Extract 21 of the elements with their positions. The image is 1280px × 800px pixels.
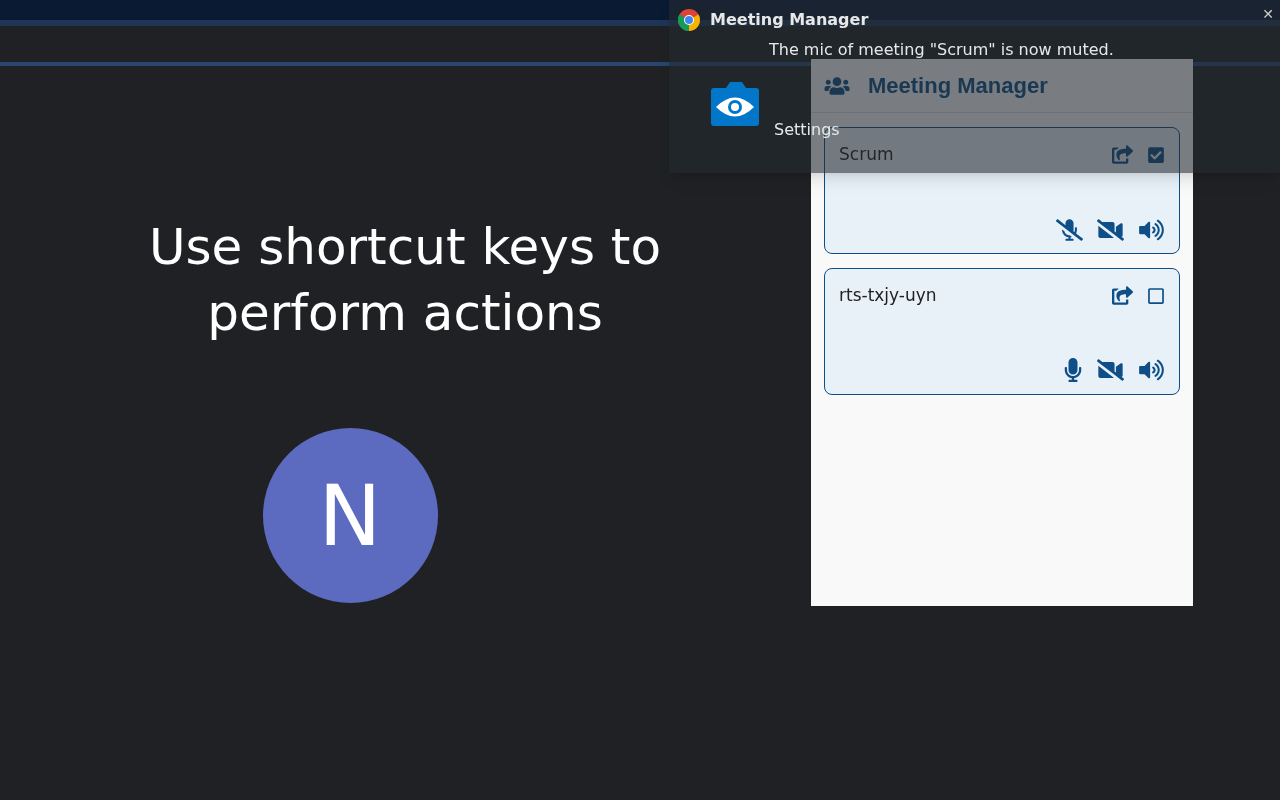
share-icon[interactable] [1112,286,1133,306]
users-icon [824,75,850,96]
speaker-icon[interactable] [1138,219,1165,241]
avatar: N [262,428,438,603]
notification-app-name: Meeting Manager [710,9,869,31]
camera-off-icon[interactable] [1097,219,1124,241]
meeting-name: rts-txjy-uyn [839,284,937,307]
page-heading: Use shortcut keys to perform actions [147,217,663,344]
close-icon[interactable]: ✕ [1262,4,1274,25]
checkbox[interactable] [1147,145,1165,164]
notification-message: The mic of meeting "Scrum" is now muted. [769,39,1115,61]
mic-muted-icon[interactable] [1056,219,1083,241]
settings-button[interactable]: Settings [774,118,840,142]
camera-off-icon[interactable] [1097,359,1124,381]
popup-title: Meeting Manager [868,72,1048,100]
checkbox[interactable] [1147,286,1165,305]
chrome-logo-icon [678,9,700,31]
speaker-icon[interactable] [1138,359,1165,381]
camera-eye-icon [711,82,759,126]
meeting-name: Scrum [839,143,894,166]
microphone-icon[interactable] [1063,358,1083,382]
